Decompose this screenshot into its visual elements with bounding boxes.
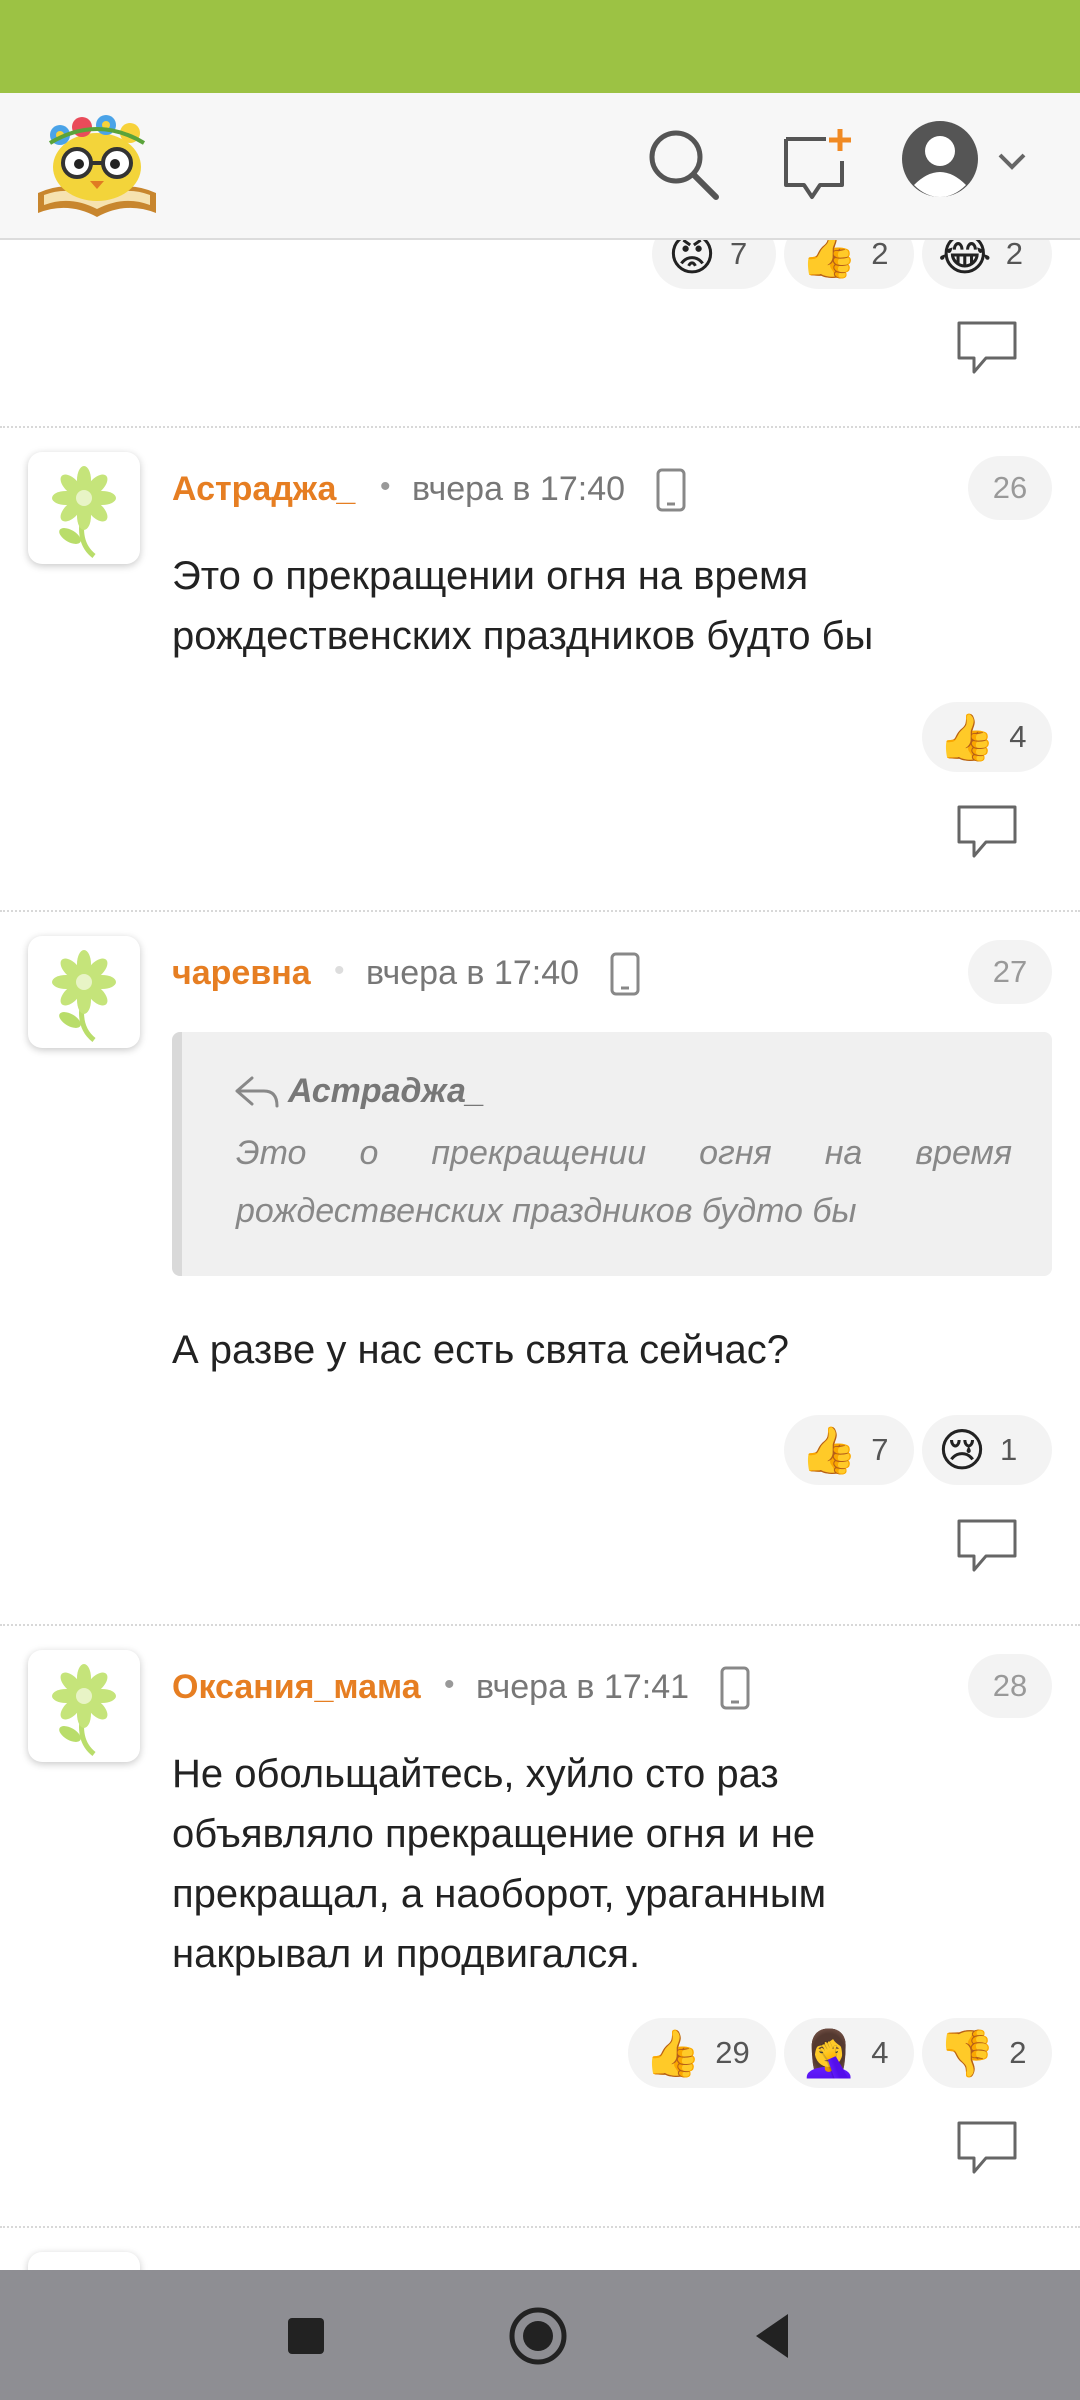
comment-text: Не обольщайтесь, хуйло сто раз объявляло… bbox=[172, 1752, 827, 1976]
reply-icon[interactable] bbox=[956, 320, 1018, 376]
reaction-emoji: 😢 bbox=[938, 1423, 986, 1477]
back-icon[interactable] bbox=[740, 2304, 804, 2368]
comment-time: вчера в 17:40 bbox=[412, 470, 626, 508]
comment-text: А разве у нас есть свята сейчас? bbox=[172, 1328, 790, 1372]
recent-apps-icon[interactable] bbox=[274, 2304, 338, 2368]
separator-dot: • bbox=[380, 470, 391, 503]
avatar[interactable] bbox=[28, 936, 140, 1048]
divider bbox=[0, 2226, 1080, 2228]
reaction-emoji: 👎 bbox=[938, 2026, 996, 2080]
reaction-like[interactable]: 👍 7 bbox=[784, 1415, 914, 1485]
app-header bbox=[0, 93, 1080, 240]
reaction-facepalm[interactable]: 🤦‍♀️ 4 bbox=[784, 2018, 914, 2088]
comment-number[interactable]: 27 bbox=[968, 940, 1052, 1004]
avatar[interactable] bbox=[28, 452, 140, 564]
chevron-down-icon bbox=[998, 153, 1026, 170]
reaction-count: 2 bbox=[1005, 236, 1023, 271]
reply-icon[interactable] bbox=[956, 804, 1018, 860]
reaction-count: 4 bbox=[871, 2035, 889, 2070]
comment-author[interactable]: чаревна bbox=[172, 954, 311, 993]
reply-icon[interactable] bbox=[956, 2120, 1018, 2176]
divider bbox=[0, 910, 1080, 912]
reaction-emoji: 👍 bbox=[938, 710, 996, 764]
comment-author[interactable]: Оксания_мама bbox=[172, 1668, 421, 1707]
reaction-emoji: 👍 bbox=[800, 1423, 858, 1477]
reaction-like[interactable]: 👍 4 bbox=[922, 702, 1052, 772]
comment-text: Это о прекращении огня на время рождеств… bbox=[172, 554, 874, 658]
comment-number[interactable]: 26 bbox=[968, 456, 1052, 520]
mobile-device-icon bbox=[720, 1666, 750, 1710]
comments-feed[interactable]: 😡 7 👍 2 😂 2 Астраджа_ • вчера в 17:40 26… bbox=[0, 0, 1080, 2400]
reaction-crying[interactable]: 😢 1 bbox=[922, 1415, 1052, 1485]
mobile-device-icon bbox=[610, 952, 640, 996]
quoted-reply: Астраджа_ Это о прекращении огня на врем… bbox=[172, 1032, 1052, 1276]
system-nav-bar bbox=[0, 2270, 1080, 2400]
reaction-emoji: 🤦‍♀️ bbox=[800, 2026, 858, 2080]
reaction-count: 7 bbox=[729, 236, 748, 271]
reply-icon[interactable] bbox=[956, 1518, 1018, 1574]
reaction-count: 29 bbox=[715, 2035, 750, 2070]
reaction-emoji: 👍 bbox=[644, 2026, 702, 2080]
comment-author[interactable]: Астраджа_ bbox=[172, 470, 355, 509]
reaction-count: 4 bbox=[1009, 719, 1027, 754]
reaction-count: 2 bbox=[1009, 2035, 1027, 2070]
reaction-dislike[interactable]: 👎 2 bbox=[922, 2018, 1052, 2088]
reaction-count: 1 bbox=[999, 1432, 1018, 1467]
reply-arrow-icon bbox=[234, 1074, 280, 1110]
search-icon[interactable] bbox=[646, 127, 720, 201]
separator-dot: • bbox=[334, 954, 345, 987]
reaction-like[interactable]: 👍 29 bbox=[628, 2018, 776, 2088]
site-logo[interactable] bbox=[34, 109, 160, 221]
divider bbox=[0, 426, 1080, 428]
avatar[interactable] bbox=[28, 1650, 140, 1762]
comment-time: вчера в 17:40 bbox=[366, 954, 580, 992]
profile-avatar-icon[interactable] bbox=[900, 119, 1040, 209]
new-post-icon[interactable] bbox=[778, 127, 852, 201]
reaction-count: 2 bbox=[871, 236, 889, 271]
mobile-device-icon bbox=[656, 468, 686, 512]
comment-time: вчера в 17:41 bbox=[476, 1668, 690, 1706]
separator-dot: • bbox=[444, 1668, 455, 1701]
comment-number[interactable]: 28 bbox=[968, 1654, 1052, 1718]
quote-text: Это о прекращении огня на время рождеств… bbox=[236, 1134, 1012, 1230]
divider bbox=[0, 1624, 1080, 1626]
quote-author: Астраджа_ bbox=[288, 1072, 485, 1110]
home-icon[interactable] bbox=[506, 2304, 570, 2368]
reaction-count: 7 bbox=[871, 1432, 889, 1467]
